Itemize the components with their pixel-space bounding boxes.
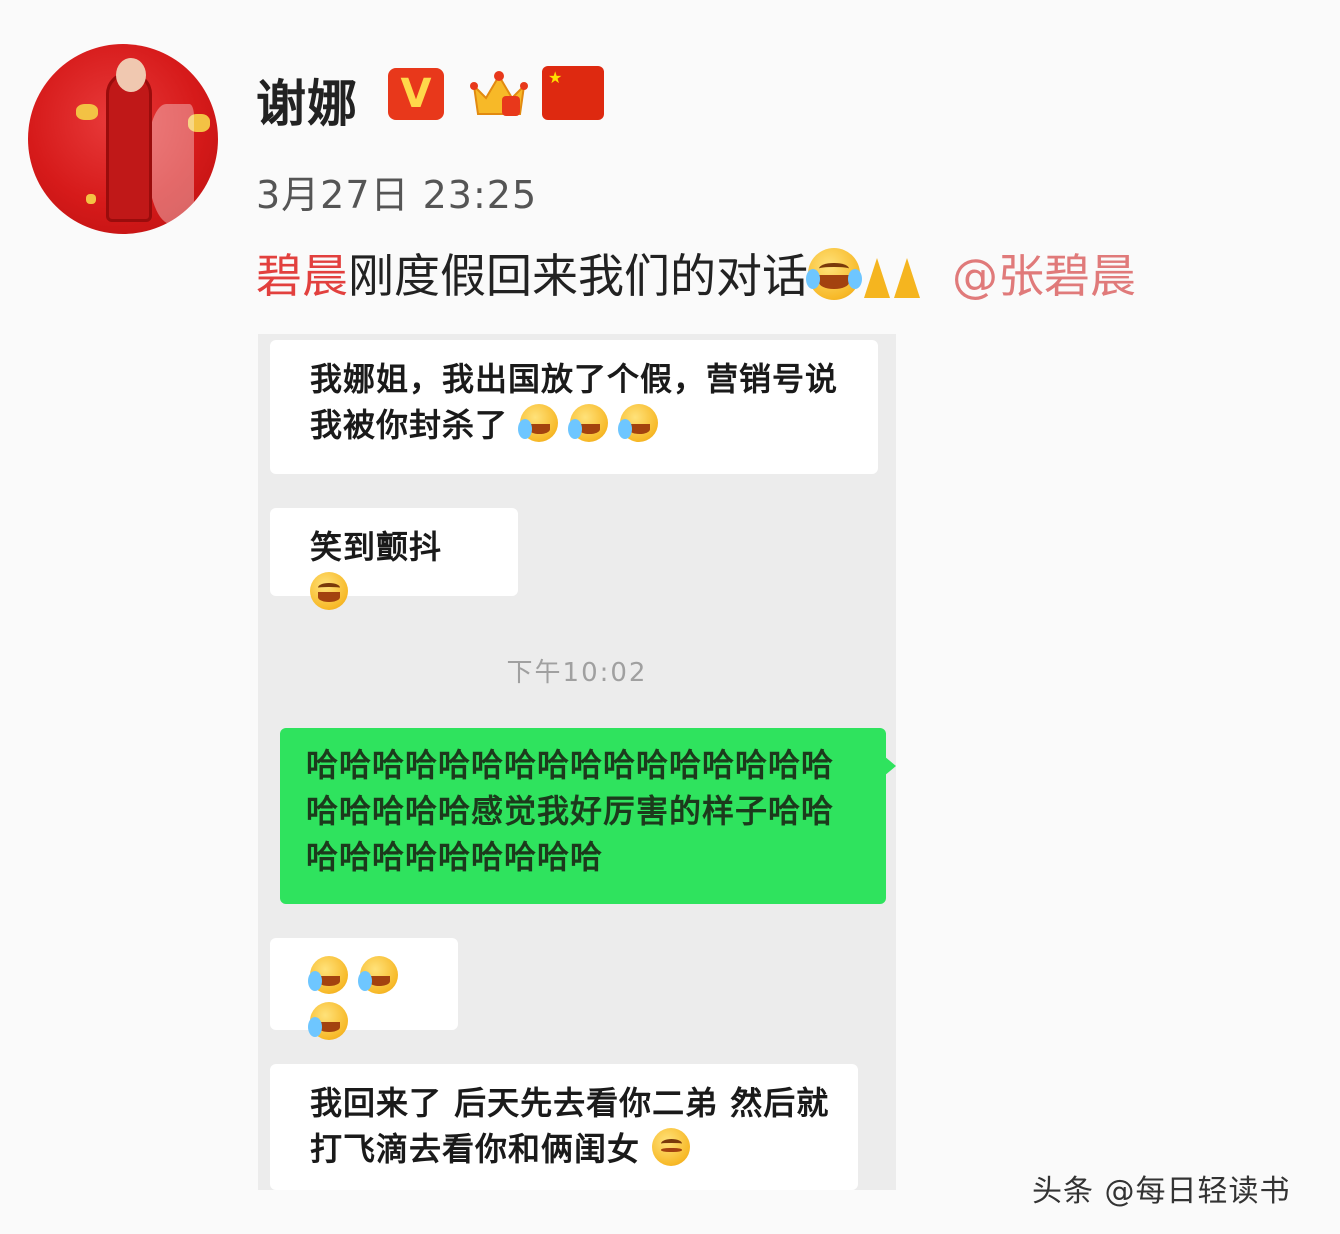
author-name[interactable]: 谢娜 [256,64,358,136]
grin-emoji-icon [310,572,348,610]
avatar-veil [148,104,194,224]
chat-message-received [270,938,458,1040]
chat-screenshot: 我娜姐，我出国放了个假，营销号说我被你封杀了 笑到颤抖 下午10:02 哈哈哈哈… [258,334,896,1190]
laugh-cry-emoji-icon [308,956,348,994]
weibo-post-card: 谢娜 V ★ 3月27日 23:25 碧晨刚度假回来我们的对话 @张碧晨 我娜姐，… [0,0,1340,1234]
message-text: 笑到颤抖 [310,528,443,566]
verified-badge-icon[interactable]: V [388,68,444,120]
caption-highlight[interactable]: 碧晨 [256,249,348,303]
vip-crown-icon[interactable] [468,64,530,124]
source-watermark: 头条 @每日轻读书 [1032,1174,1291,1209]
chat-message-received: 我娜姐，我出国放了个假，营销号说我被你封杀了 [270,340,878,474]
laugh-cry-emoji-icon [806,248,862,300]
caption-text: 刚度假回来我们的对话 [348,249,808,303]
chat-message-sent: 哈哈哈哈哈哈哈哈哈哈哈哈哈哈哈哈哈哈哈哈哈感觉我好厉害的样子哈哈哈哈哈哈哈哈哈哈… [280,728,896,904]
laugh-cry-emoji-icon [308,1002,348,1040]
laugh-cry-emoji-icon [358,956,399,994]
chat-message-received: 我回来了 后天先去看你二弟 然后就打飞滴去看你和俩闺女 [270,1064,858,1190]
post-timestamp: 3月27日 23:25 [256,173,538,217]
china-flag-icon: ★ [542,66,604,120]
avatar-head [116,58,146,92]
message-text: 哈哈哈哈哈哈哈哈哈哈哈哈哈哈哈哈哈哈哈哈哈感觉我好厉害的样子哈哈哈哈哈哈哈哈哈哈… [306,746,835,876]
fireworks-emoji-icon [860,252,924,298]
message-text: 我回来了 后天先去看你二弟 然后就打飞滴去看你和俩闺女 [310,1084,830,1168]
smirk-emoji-icon [652,1128,691,1166]
author-avatar[interactable] [28,44,218,234]
flag-star-icon: ★ [548,68,563,87]
laugh-cry-emoji-icon [568,404,609,442]
bubble-tail [884,756,896,776]
chat-message-received: 笑到颤抖 [270,508,518,610]
avatar-figure [106,72,152,222]
avatar-decoration [76,104,98,120]
post-caption: 碧晨刚度假回来我们的对话 @张碧晨 [256,240,1316,306]
avatar-decoration [86,194,96,204]
mention-link[interactable]: @张碧晨 [952,249,1136,303]
laugh-cry-emoji-icon [518,404,559,442]
laugh-cry-emoji-icon [618,404,659,442]
chat-time-separator: 下午10:02 [506,658,648,688]
